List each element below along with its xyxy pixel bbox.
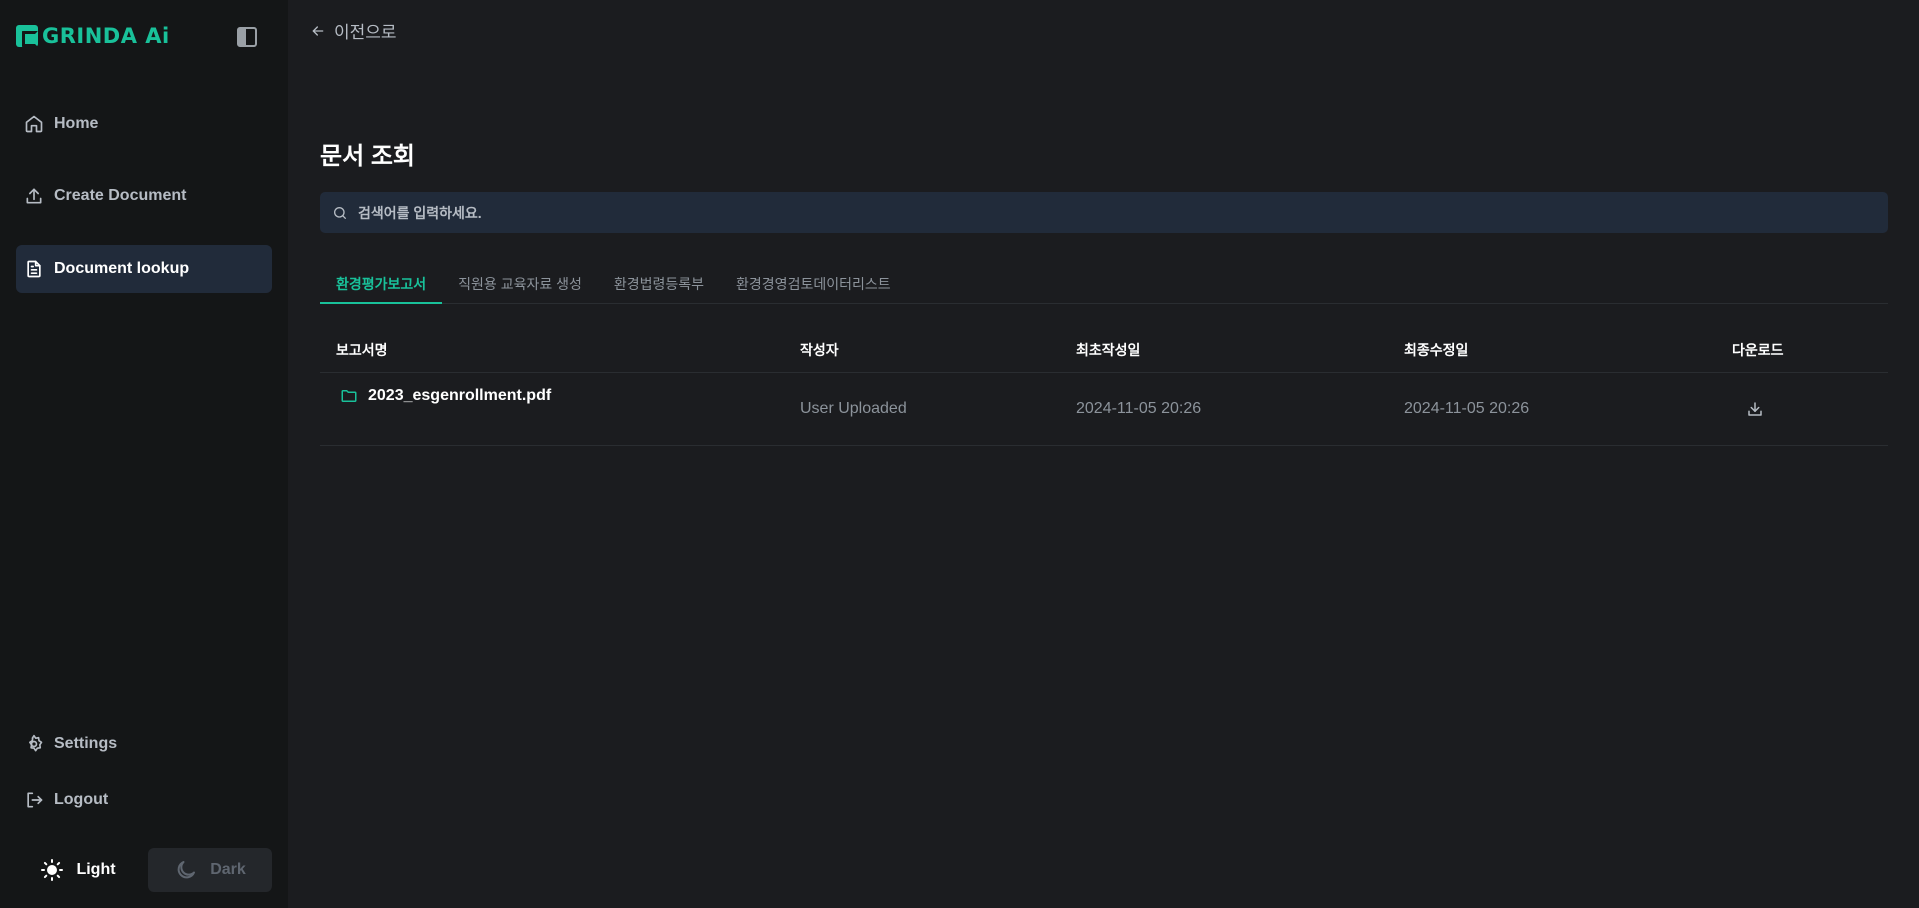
theme-dark-button[interactable]: Dark [148,848,272,892]
column-header-download: 다운로드 [1732,341,1784,358]
documents-table: 보고서명 작성자 최초작성일 최종수정일 다운로드 2023_esgenroll… [320,327,1888,446]
document-name: 2023_esgenrollment.pdf [368,387,552,404]
tab-regulation-register[interactable]: 환경법령등록부 [598,264,720,304]
brand-name: GRINDA Ai [42,24,170,48]
table-header: 보고서명 작성자 최초작성일 최종수정일 다운로드 [320,327,1888,373]
tab-training-material[interactable]: 직원용 교육자료 생성 [442,264,598,304]
tab-management-review-list[interactable]: 환경경영검토데이터리스트 [720,264,907,304]
gear-icon [29,734,43,752]
sidebar-item-label: Home [54,115,99,132]
column-header-modified: 최종수정일 [1404,341,1469,358]
sun-icon [41,859,64,881]
home-icon [25,115,43,133]
sidebar-item-label: Settings [54,735,118,752]
back-label: 이전으로 [334,23,397,42]
sidebar-item-label: Create Document [54,187,187,204]
column-header-name: 보고서명 [336,341,388,358]
sidebar-collapse-icon[interactable] [237,27,257,47]
page-title: 문서 조회 [320,143,415,170]
theme-dark-label: Dark [210,861,246,878]
column-header-created: 최초작성일 [1076,341,1141,358]
tab-bar: 환경평가보고서 직원용 교육자료 생성 환경법령등록부 환경경영검토데이터리스트 [320,264,1888,304]
download-cell [1732,373,1852,445]
modified-date-cell: 2024-11-05 20:26 [1404,400,1530,417]
search-input[interactable] [358,204,1888,221]
back-link[interactable]: 이전으로 [310,18,397,43]
table-row: 2023_esgenrollment.pdf User Uploaded 202… [320,373,1888,446]
moon-icon [177,861,196,879]
sidebar-item-create-document[interactable]: Create Document [16,172,272,220]
sidebar-item-logout[interactable]: Logout [16,776,272,824]
sidebar-item-home[interactable]: Home [16,100,272,148]
sidebar: GRINDA Ai Home Create Document Document … [0,0,288,908]
theme-light-label: Light [76,861,116,878]
theme-light-button[interactable]: Light [16,848,140,892]
created-date-cell: 2024-11-05 20:26 [1076,400,1202,417]
tab-environmental-report[interactable]: 환경평가보고서 [320,264,443,304]
arrow-left-icon [312,25,324,36]
theme-toggle: Light Dark [16,848,272,892]
sidebar-item-label: Logout [54,791,109,808]
logo-icon [16,25,38,47]
upload-icon [26,188,42,204]
sidebar-item-settings[interactable]: Settings [16,720,272,768]
document-icon [27,260,41,278]
search-box [320,192,1888,233]
download-icon[interactable] [1746,400,1764,418]
author-cell: User Uploaded [800,400,907,417]
logout-icon [27,792,43,808]
folder-icon [341,390,357,402]
brand-logo[interactable]: GRINDA Ai [16,24,170,48]
sidebar-item-label: Document lookup [54,260,190,277]
column-header-author: 작성자 [800,341,839,358]
search-icon [334,206,346,219]
document-name-cell[interactable]: 2023_esgenrollment.pdf [320,373,800,445]
sidebar-item-document-lookup[interactable]: Document lookup [16,245,272,293]
